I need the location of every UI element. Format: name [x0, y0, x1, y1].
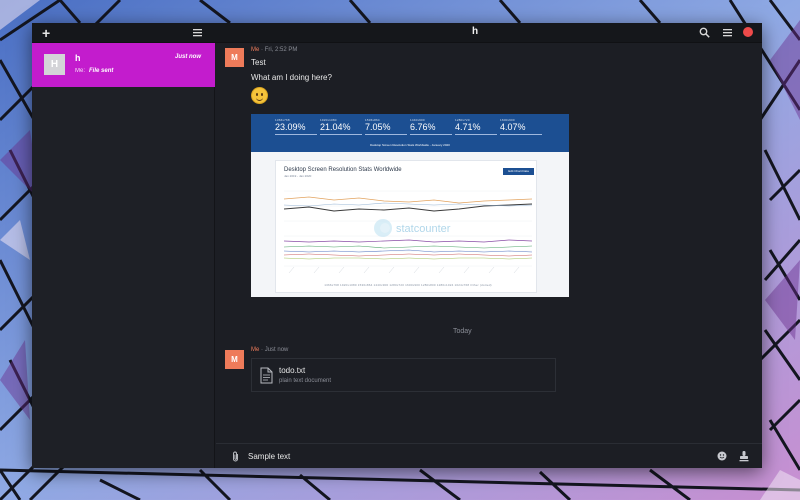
stat-item: 1366x768 23.09% [275, 118, 317, 135]
message-meta: Me · Just now [251, 347, 288, 353]
message-avatar: M [225, 350, 244, 369]
stat-item: 1440x900 6.76% [410, 118, 452, 135]
message-time: Just now [264, 347, 289, 353]
message-avatar: M [225, 48, 244, 67]
app-window: + h H h Just now Me: File sent M Me · Fr… [32, 23, 762, 468]
contact-avatar: H [44, 54, 65, 75]
file-attachment[interactable]: todo.txt plain text document [251, 358, 556, 392]
contact-name: h [75, 53, 81, 63]
message-thread: M Me · Fri, 2:52 PM Test What am I doing… [216, 43, 762, 442]
chart-card: Desktop Screen Resolution Stats Worldwid… [275, 160, 537, 293]
chart-title: Desktop Screen Resolution Stats Worldwid… [284, 167, 402, 173]
conversation-preview: Me: File sent [75, 68, 113, 74]
sidebar-menu-icon[interactable] [193, 28, 202, 37]
message-text: What am I doing here? [251, 73, 332, 82]
message-time: Fri, 2:52 PM [264, 47, 298, 53]
message-sender: Me [251, 47, 260, 53]
window-title: h [472, 26, 479, 37]
conversation-item[interactable]: H h Just now Me: File sent [32, 43, 215, 87]
titlebar: + h [32, 23, 762, 43]
message-composer [216, 443, 762, 468]
stamp-icon[interactable] [739, 450, 749, 462]
conversation-list: H h Just now Me: File sent [32, 43, 215, 468]
stat-item: 1280x720 4.71% [455, 118, 497, 135]
stats-header: 1366x768 23.09% 1920x1080 21.04% 1536x864 7… [251, 114, 569, 152]
chart-button: Edit Chart Data [503, 168, 534, 175]
chart-legend: 1366x768 1920x1080 1536x864 1440x900 128… [324, 283, 492, 287]
stat-item: 1600x900 4.07% [500, 118, 542, 135]
stat-item: 1536x864 7.05% [365, 118, 407, 135]
stats-subtitle: Desktop Screen Resolution Stats Worldwid… [370, 143, 450, 147]
grinning-face-icon [251, 87, 268, 104]
image-attachment[interactable]: 1366x768 23.09% 1920x1080 21.04% 1536x864 7… [251, 114, 569, 297]
message-meta: Me · Fri, 2:52 PM [251, 47, 297, 53]
conversation-time: Just now [175, 54, 202, 60]
search-icon[interactable] [699, 27, 710, 38]
line-chart-thumbnail: statcounter [284, 190, 532, 273]
new-conversation-button[interactable]: + [42, 24, 50, 42]
message-input[interactable] [248, 449, 698, 463]
emoji-picker-icon[interactable] [717, 451, 727, 461]
preview-text: File sent [89, 68, 114, 74]
close-window-button[interactable] [743, 27, 753, 37]
message-text: Test [251, 58, 266, 67]
document-icon [260, 367, 273, 384]
chart-watermark: statcounter [396, 223, 451, 235]
day-separator: Today [453, 328, 472, 335]
message-sender: Me [251, 347, 260, 353]
preview-sender: Me: [75, 68, 86, 74]
file-type: plain text document [279, 378, 332, 384]
paperclip-icon[interactable] [231, 451, 240, 462]
conversation-menu-icon[interactable] [723, 28, 732, 37]
file-name: todo.txt [279, 366, 306, 375]
chart-subtitle: Jan 2019 - Jan 2020 [284, 174, 312, 178]
stat-item: 1920x1080 21.04% [320, 118, 362, 135]
